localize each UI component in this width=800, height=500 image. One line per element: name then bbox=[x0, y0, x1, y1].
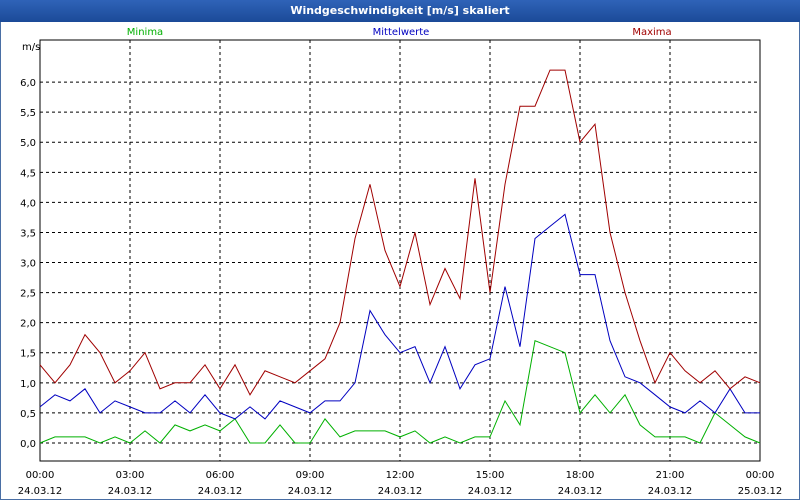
y-tick-label: 3,5 bbox=[20, 228, 36, 239]
y-tick-label: 1,0 bbox=[20, 379, 36, 390]
legend-mittelwerte: Mittelwerte bbox=[373, 27, 430, 38]
x-tick-date: 24.03.12 bbox=[648, 486, 693, 497]
y-tick-label: 6,0 bbox=[20, 78, 36, 89]
x-tick-date: 24.03.12 bbox=[558, 486, 603, 497]
y-tick-label: 2,5 bbox=[20, 289, 36, 300]
y-tick-label: 1,5 bbox=[20, 349, 36, 360]
x-axis-ticks: 00:00 24.03.12 03:00 24.03.12 06:00 24.03.12 0… bbox=[18, 470, 783, 497]
x-tick-date: 25.03.12 bbox=[738, 486, 783, 497]
x-tick-time: 00:00 bbox=[746, 470, 775, 481]
x-tick-time: 06:00 bbox=[206, 470, 235, 481]
legend-maxima: Maxima bbox=[632, 27, 671, 38]
x-tick-time: 15:00 bbox=[476, 470, 505, 481]
x-tick-time: 21:00 bbox=[656, 470, 685, 481]
y-tick-label: 4,0 bbox=[20, 198, 36, 209]
x-tick-time: 12:00 bbox=[386, 470, 415, 481]
y-axis-ticks: 0,0 0,5 1,0 1,5 2,0 2,5 3,0 3,5 4,0 4,5 5,0 5,5 6,0 bbox=[20, 78, 36, 450]
x-tick-date: 24.03.12 bbox=[378, 486, 423, 497]
y-tick-label: 4,5 bbox=[20, 168, 36, 179]
x-tick-time: 00:00 bbox=[26, 470, 55, 481]
x-tick-date: 24.03.12 bbox=[198, 486, 243, 497]
y-tick-label: 5,5 bbox=[20, 108, 36, 119]
y-tick-label: 0,0 bbox=[20, 439, 36, 450]
y-axis-label: m/s bbox=[22, 42, 40, 53]
wind-speed-chart: 0,00,51,01,52,02,53,03,54,04,55,05,56,0 … bbox=[18, 27, 783, 497]
y-tick-label: 2,0 bbox=[20, 319, 36, 330]
y-tick-label: 3,0 bbox=[20, 259, 36, 270]
x-tick-time: 18:00 bbox=[566, 470, 595, 481]
x-tick-date: 24.03.12 bbox=[108, 486, 153, 497]
y-tick-label: 0,5 bbox=[20, 409, 36, 420]
x-tick-date: 24.03.12 bbox=[18, 486, 63, 497]
x-tick-date: 24.03.12 bbox=[468, 486, 513, 497]
x-tick-date: 24.03.12 bbox=[288, 486, 333, 497]
grid-lines bbox=[40, 40, 760, 461]
x-tick-time: 09:00 bbox=[296, 470, 325, 481]
legend-minima: Minima bbox=[127, 27, 163, 38]
x-tick-time: 03:00 bbox=[116, 470, 145, 481]
y-tick-label: 5,0 bbox=[20, 138, 36, 149]
